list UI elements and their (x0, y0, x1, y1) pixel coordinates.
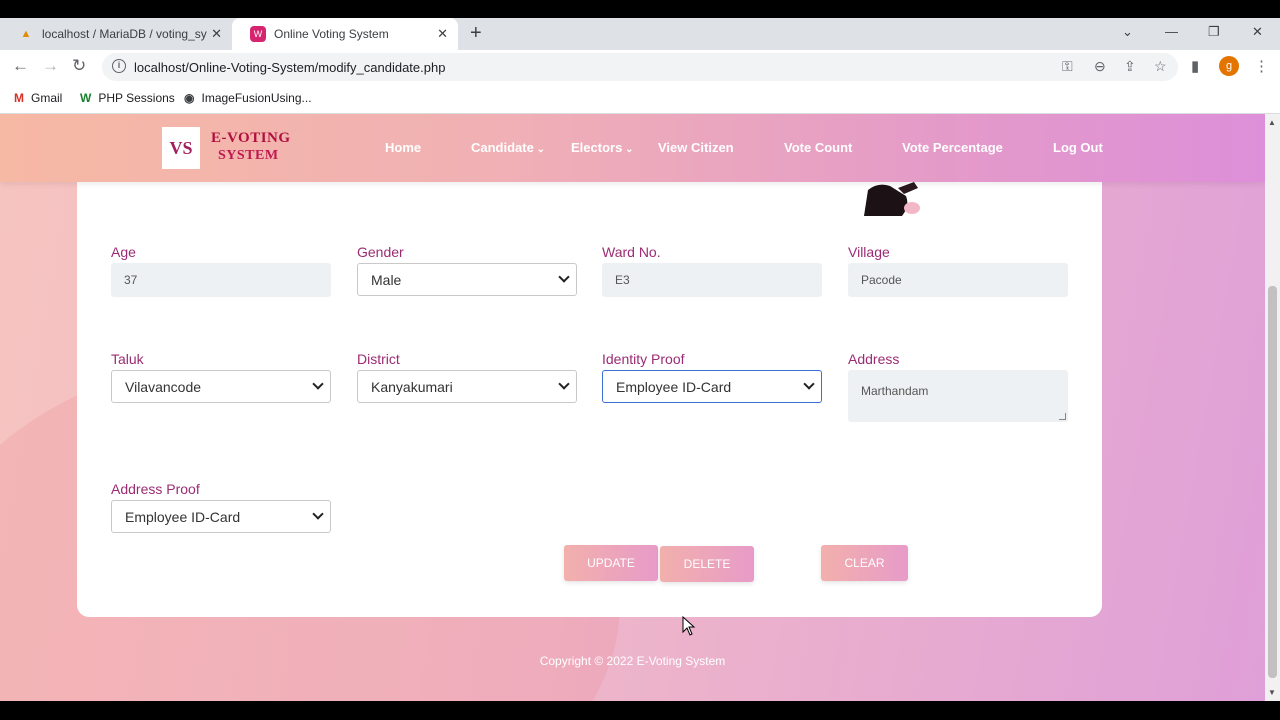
ward-label: Ward No. (602, 244, 661, 260)
address-proof-label: Address Proof (111, 481, 200, 497)
district-select[interactable]: Kanyakumari (357, 370, 577, 403)
restore-icon[interactable]: ❐ (1208, 24, 1220, 40)
nav-electors-label: Electors (571, 140, 623, 155)
resize-grip-icon[interactable] (1059, 413, 1066, 420)
chevron-down-icon (803, 378, 815, 390)
back-arrow-icon[interactable]: ← (12, 56, 29, 76)
url-text: localhost/Online-Voting-System/modify_ca… (134, 59, 446, 75)
chevron-down-icon (558, 271, 570, 283)
globe-icon: ◉ (184, 91, 195, 105)
age-label: Age (111, 244, 136, 260)
nav-vote-percentage[interactable]: Vote Percentage (902, 140, 1003, 155)
bookmarks-bar: M Gmail W PHP Sessions ◉ ImageFusionUsin… (0, 84, 1280, 114)
district-label: District (357, 351, 400, 367)
nav-log-out[interactable]: Log Out (1053, 140, 1103, 155)
gmail-icon: M (14, 91, 24, 105)
site-info-icon[interactable]: i (112, 59, 126, 73)
identity-proof-value: Employee ID-Card (616, 378, 732, 395)
close-window-icon[interactable]: ✕ (1252, 24, 1263, 40)
profile-avatar[interactable]: g (1219, 56, 1239, 76)
tab-title: Online Voting System (274, 27, 389, 41)
gender-select[interactable]: Male (357, 263, 577, 296)
nav-electors[interactable]: Electors ⌄ (571, 140, 633, 155)
taluk-value: Vilavancode (125, 378, 202, 395)
close-tab-icon[interactable]: ✕ (211, 26, 222, 42)
chevron-down-icon: ⌄ (533, 144, 546, 155)
nav-home[interactable]: Home (385, 140, 421, 155)
chevron-down-icon (312, 378, 324, 390)
identity-proof-select[interactable]: Employee ID-Card (602, 370, 822, 403)
tab-strip: ▲ localhost / MariaDB / voting_syst ✕ W … (0, 18, 1280, 50)
site-icon: W (250, 26, 266, 42)
taluk-select[interactable]: Vilavancode (111, 370, 331, 403)
bookmark-star-icon[interactable]: ☆ (1154, 58, 1167, 75)
form-card: Age 37 Gender Male Ward No. E3 Village P… (77, 174, 1102, 617)
page-scrollbar[interactable]: ▲ ▼ (1265, 114, 1280, 701)
taluk-label: Taluk (111, 351, 144, 367)
nav-view-citizen[interactable]: View Citizen (658, 140, 734, 155)
share-icon[interactable]: ⇪ (1124, 58, 1136, 75)
forward-arrow-icon[interactable]: → (42, 56, 59, 76)
address-proof-value: Employee ID-Card (125, 508, 241, 525)
candidate-photo (864, 182, 920, 216)
nav-candidate-label: Candidate (471, 140, 534, 155)
age-input[interactable]: 37 (111, 263, 331, 297)
zoom-icon[interactable]: ⊖ (1094, 58, 1106, 75)
new-tab-icon[interactable]: + (470, 22, 482, 45)
minimize-icon[interactable]: — (1165, 24, 1178, 39)
browser-toolbar: ← → ↻ i localhost/Online-Voting-System/m… (0, 50, 1280, 84)
scroll-down-icon[interactable]: ▼ (1268, 688, 1276, 697)
mouse-cursor-icon (682, 616, 696, 636)
chevron-down-icon: ⌄ (622, 144, 634, 155)
address-label: Address (848, 351, 900, 367)
village-label: Village (848, 244, 890, 260)
nav-candidate[interactable]: Candidate ⌄ (471, 140, 545, 155)
bookmark-gmail[interactable]: M Gmail (14, 91, 62, 105)
address-bar[interactable]: i localhost/Online-Voting-System/modify_… (102, 53, 1178, 81)
address-proof-select[interactable]: Employee ID-Card (111, 500, 331, 533)
bookmark-label: PHP Sessions (98, 91, 175, 105)
tab-phpmyadmin[interactable]: ▲ localhost / MariaDB / voting_syst ✕ (0, 18, 232, 50)
chevron-down-icon (558, 378, 570, 390)
gender-label: Gender (357, 244, 404, 260)
address-value: Marthandam (861, 384, 929, 398)
footer-copyright: Copyright © 2022 E-Voting System (539, 654, 726, 668)
ward-input[interactable]: E3 (602, 263, 822, 297)
menu-dots-icon[interactable]: ⋮ (1254, 57, 1269, 75)
reload-icon[interactable]: ↻ (72, 56, 86, 76)
address-textarea[interactable]: Marthandam (848, 370, 1068, 422)
w-icon: W (80, 91, 92, 105)
update-button[interactable]: UPDATE (564, 545, 658, 581)
screen-bottom-border (0, 701, 1280, 720)
scrollbar-thumb[interactable] (1268, 286, 1277, 678)
bookmark-php-sessions[interactable]: W PHP Sessions (80, 91, 175, 105)
identity-proof-label: Identity Proof (602, 351, 685, 367)
tab-search-chevron-icon[interactable]: ⌄ (1122, 24, 1133, 40)
close-tab-icon[interactable]: ✕ (437, 26, 448, 42)
delete-button[interactable]: DELETE (660, 546, 754, 582)
village-input[interactable]: Pacode (848, 263, 1068, 297)
bookmark-label: Gmail (31, 91, 63, 105)
chevron-down-icon (312, 508, 324, 520)
tab-online-voting[interactable]: W Online Voting System ✕ (232, 18, 458, 50)
logo-title: E-VOTING (211, 130, 291, 146)
key-icon[interactable]: ⚿ (1062, 58, 1073, 75)
scroll-up-icon[interactable]: ▲ (1268, 118, 1276, 127)
clear-button[interactable]: CLEAR (821, 545, 908, 581)
site-header: VS E-VOTING SYSTEM Home Candidate ⌄ Elec… (0, 114, 1265, 182)
side-panel-icon[interactable]: ▮ (1191, 57, 1199, 75)
tab-title: localhost / MariaDB / voting_syst (42, 27, 207, 41)
site-logo[interactable]: VS (162, 127, 200, 169)
page-viewport: Age 37 Gender Male Ward No. E3 Village P… (0, 114, 1265, 701)
nav-vote-count[interactable]: Vote Count (784, 140, 852, 155)
gender-value: Male (371, 271, 402, 288)
bookmark-label: ImageFusionUsing... (201, 91, 312, 105)
screen-top-border (0, 0, 1280, 18)
logo-subtitle: SYSTEM (218, 148, 279, 163)
phpmyadmin-icon: ▲ (20, 28, 32, 40)
bookmark-imagefusion[interactable]: ◉ ImageFusionUsing... (184, 91, 312, 105)
district-value: Kanyakumari (371, 378, 453, 395)
